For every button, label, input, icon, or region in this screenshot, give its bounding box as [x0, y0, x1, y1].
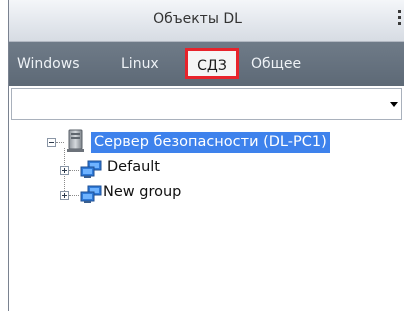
tree-node-new-group[interactable]: New group — [9, 182, 404, 206]
filter-dropdown[interactable] — [11, 88, 402, 120]
panel-options-icon[interactable] — [398, 10, 402, 28]
tree-connector — [69, 195, 79, 196]
tree-item-label[interactable]: New group — [103, 184, 181, 200]
objects-panel: Сервер безопасности (DL-PC1) Default New… — [9, 86, 404, 311]
tab-windows[interactable]: Windows — [17, 51, 80, 77]
tree-node-root[interactable]: Сервер безопасности (DL-PC1) — [9, 124, 404, 156]
server-icon — [67, 129, 84, 152]
tree-connector — [56, 142, 64, 143]
panel-title: Объекты DL — [153, 11, 242, 27]
objects-tree: Сервер безопасности (DL-PC1) Default New… — [9, 124, 404, 311]
expand-icon[interactable] — [60, 191, 69, 200]
tree-root-label[interactable]: Сервер безопасности (DL-PC1) — [91, 132, 330, 153]
window-left-border — [0, 0, 9, 311]
collapse-icon[interactable] — [47, 138, 56, 147]
computer-group-icon — [80, 160, 102, 178]
tree-connector — [69, 170, 79, 171]
tree-item-label[interactable]: Default — [107, 159, 160, 175]
tab-sdz[interactable]: СДЗ — [185, 48, 239, 79]
tree-node-default[interactable]: Default — [9, 158, 404, 182]
panel-titlebar: Объекты DL — [9, 0, 404, 42]
computer-group-icon — [80, 185, 102, 203]
tab-linux[interactable]: Linux — [121, 51, 159, 77]
tab-bar: Windows Linux СДЗ Общее — [9, 42, 404, 86]
expand-icon[interactable] — [60, 166, 69, 175]
tab-general[interactable]: Общее — [251, 51, 301, 77]
chevron-down-icon[interactable] — [390, 102, 398, 107]
